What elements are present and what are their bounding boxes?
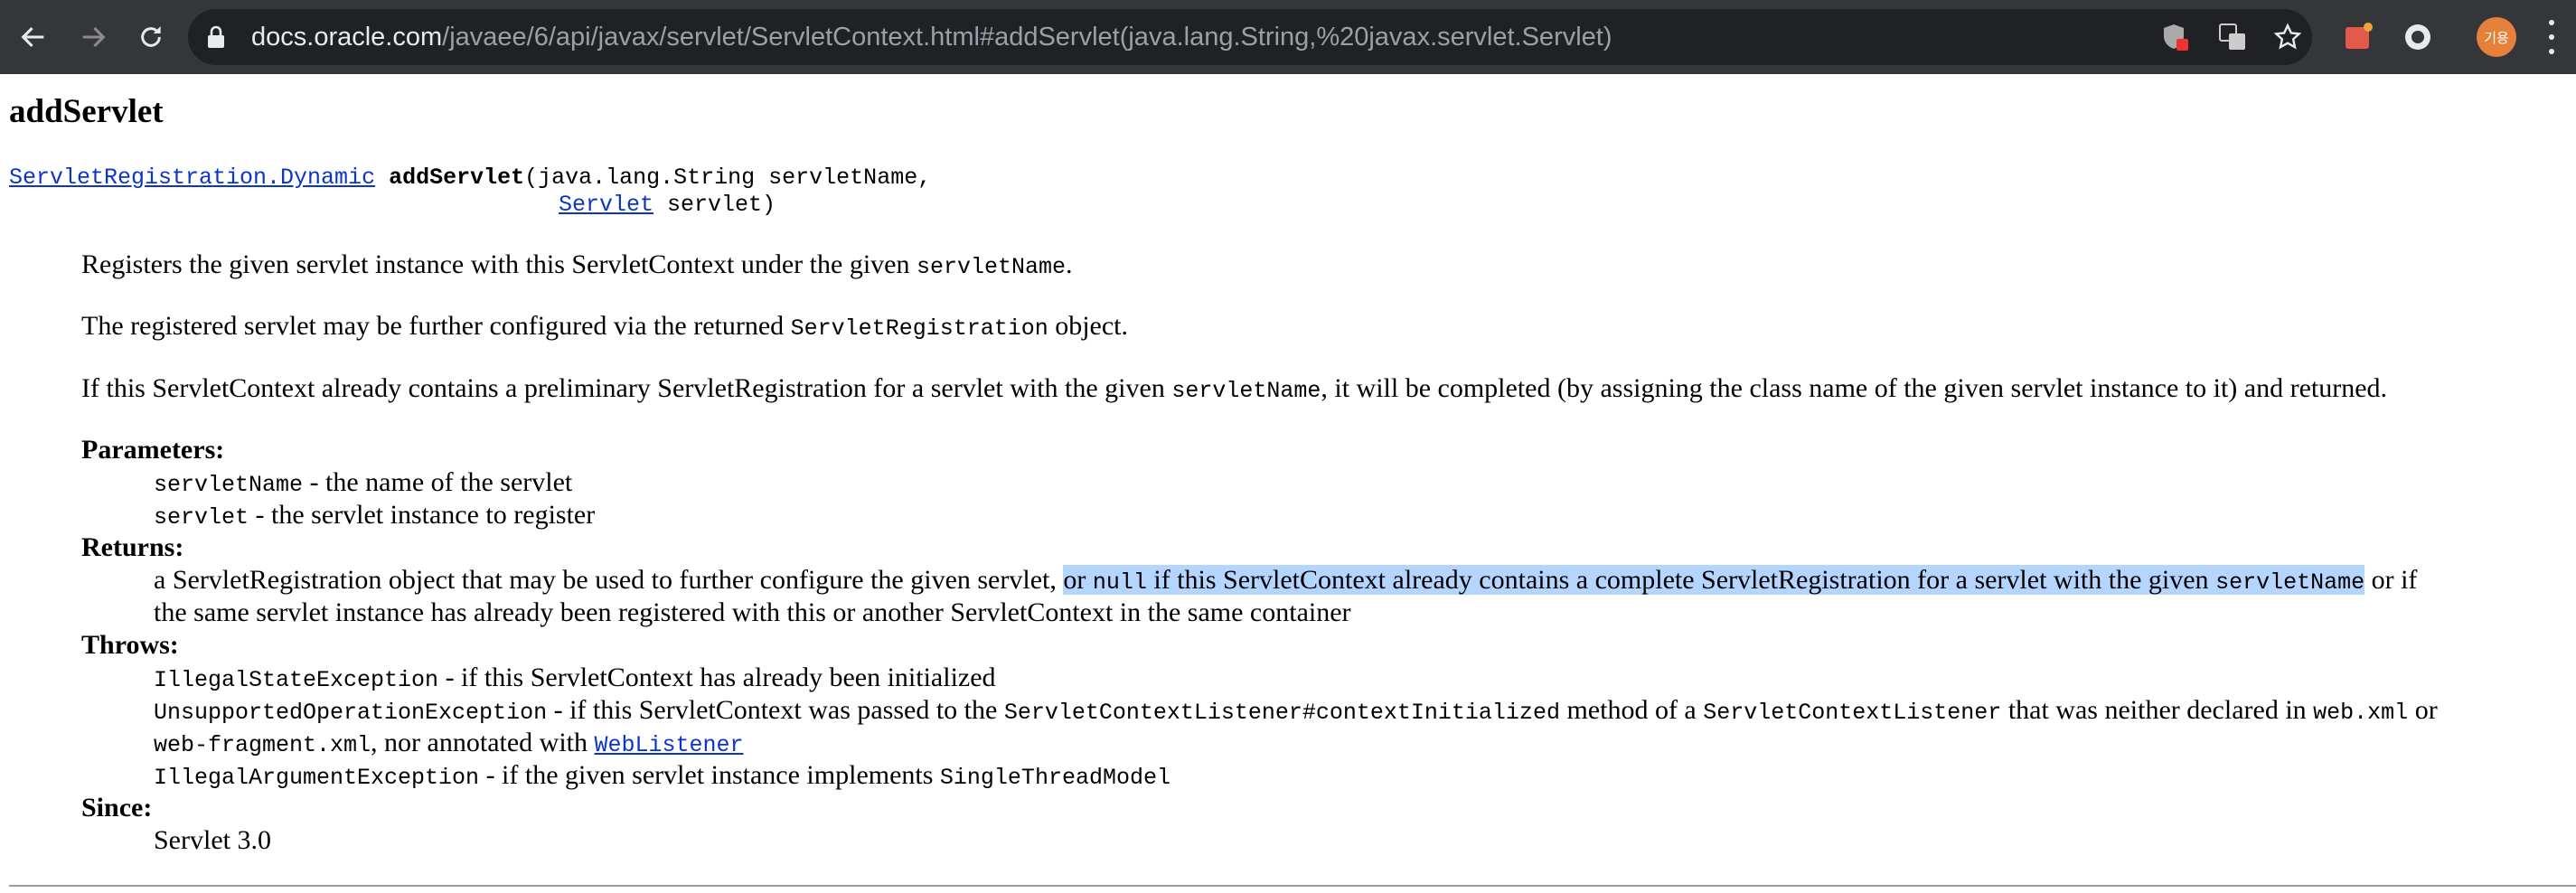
returns-line1: a ServletRegistration object that may be… [154,565,2418,596]
menu-icon[interactable] [2538,16,2565,58]
shield-extension-icon[interactable] [2155,16,2196,58]
lock-icon [206,25,226,53]
bookmark-star-icon[interactable] [2267,16,2308,58]
throws-item: IllegalStateException - if this ServletC… [154,663,996,693]
throws-item: IllegalArgumentException - if the given … [154,760,1170,791]
translate-icon[interactable] [2212,16,2253,58]
description-p1: Registers the given servlet instance wit… [81,249,1073,280]
browser-toolbar: docs.oracle.com/javaee/6/api/javax/servl… [0,0,2576,74]
address-bar[interactable]: docs.oracle.com/javaee/6/api/javax/servl… [188,9,2312,65]
returns-label: Returns: [81,532,184,562]
description-p3: If this ServletContext already contains … [81,373,2388,404]
method-heading: addServlet [9,93,164,130]
forward-icon[interactable] [71,14,116,60]
parameters-label: Parameters: [81,435,225,465]
return-type-link[interactable]: ServletRegistration.Dynamic [9,164,375,191]
url-text: docs.oracle.com/javaee/6/api/javax/servl… [251,23,1612,52]
profile-avatar[interactable]: 기용 [2477,17,2516,57]
back-icon[interactable] [11,14,56,60]
param-item: servlet - the servlet instance to regist… [154,500,596,531]
throws-item: UnsupportedOperationException - if this … [154,695,2438,726]
api-doc: addServlet ServletRegistration.Dynamic a… [0,74,2576,893]
param-item: servletName - the name of the servlet [154,467,573,498]
reload-icon[interactable] [128,14,174,60]
since-label: Since: [81,793,153,822]
servlet-type-link[interactable]: Servlet [559,192,653,218]
returns-line2: the same servlet instance has already be… [154,597,1351,627]
extension-red-icon[interactable] [2337,16,2379,58]
description-p2: The registered servlet may be further co… [81,311,1129,342]
method-signature-line2: Servlet servlet) [559,192,776,218]
text-selection: or null if this ServletContext already c… [1063,565,2365,596]
since-value: Servlet 3.0 [154,825,271,855]
method-signature-line1: ServletRegistration.Dynamic addServlet(j… [9,164,932,191]
throws-item-cont: web-fragment.xml, nor annotated with Web… [154,728,744,758]
weblistener-link[interactable]: WebListener [595,732,744,758]
throws-label: Throws: [81,630,179,660]
extension-circle-icon[interactable] [2397,16,2439,58]
divider [9,885,2576,887]
